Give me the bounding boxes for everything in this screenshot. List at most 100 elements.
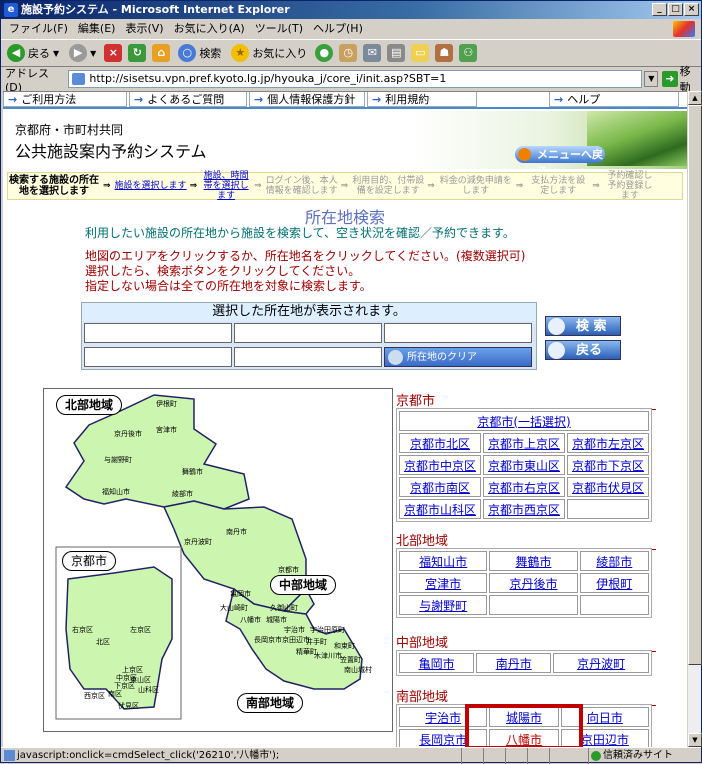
location-link[interactable]: 綾部市 xyxy=(579,551,649,571)
back-dropdown-icon[interactable]: ▼ xyxy=(53,49,59,58)
forward-dropdown-icon[interactable]: ▼ xyxy=(90,49,96,58)
map-place-label[interactable]: 伏見区 xyxy=(118,701,139,711)
maximize-button[interactable]: □ xyxy=(668,3,683,16)
map-place-label[interactable]: 大山崎町 xyxy=(220,603,248,613)
stop-icon[interactable]: × xyxy=(104,44,123,62)
nav-privacy[interactable]: → 個人情報保護方針 xyxy=(249,92,365,107)
scroll-down-icon[interactable]: ▼ xyxy=(688,733,702,747)
map-place-label[interactable]: 舞鶴市 xyxy=(182,467,203,477)
people-icon[interactable]: ⚇ xyxy=(459,44,478,62)
map-place-label[interactable]: 城陽市 xyxy=(266,615,287,625)
map-place-label[interactable]: 笠置町 xyxy=(340,655,361,665)
messenger-icon[interactable]: ☗ xyxy=(435,44,454,62)
map-place-label[interactable]: 長岡京市 xyxy=(254,635,282,645)
location-link[interactable]: 京都市山科区 xyxy=(399,499,481,519)
map-place-label[interactable]: 南区 xyxy=(108,689,122,699)
map-place-label[interactable]: 京丹後市 xyxy=(114,429,142,439)
map-place-label[interactable]: 亀岡市 xyxy=(230,589,251,599)
search-button[interactable]: ○ 検索 xyxy=(176,42,223,64)
south-region-label[interactable]: 南部地域 xyxy=(237,693,304,713)
folder-icon[interactable]: ▭ xyxy=(411,44,430,62)
map-place-label[interactable]: 左京区 xyxy=(130,625,151,635)
north-region-label[interactable]: 北部地域 xyxy=(56,395,123,415)
location-link[interactable]: 京都市中京区 xyxy=(399,455,481,475)
back-page-button[interactable]: 戻る xyxy=(545,340,621,360)
location-link[interactable]: 南丹市 xyxy=(476,653,552,673)
map-place-label[interactable]: 井手町 xyxy=(306,637,327,647)
history-icon[interactable]: ◷ xyxy=(339,44,358,62)
map-place-label[interactable]: 山科区 xyxy=(138,685,159,695)
location-link[interactable]: 与謝野町 xyxy=(399,595,488,615)
location-link[interactable]: 京丹後市 xyxy=(489,573,578,593)
vertical-scrollbar[interactable]: ▲ ▼ xyxy=(687,91,702,747)
map-place-label[interactable]: 木津川市 xyxy=(314,651,342,661)
location-link[interactable]: 伊根町 xyxy=(579,573,649,593)
nav-faq[interactable]: → よくあるご質問 xyxy=(129,92,247,107)
nav-help[interactable]: → ヘルプ xyxy=(549,92,679,107)
scroll-up-icon[interactable]: ▲ xyxy=(688,91,702,105)
location-link[interactable]: 京都市伏見区 xyxy=(567,477,649,497)
page-subtitle: 利用したい施設の所在地から施設を検索して、空き状況を確認／予約できます。 xyxy=(85,226,515,240)
step-2-link[interactable]: 施設、時間帯を選択します xyxy=(201,171,251,201)
middle-region-label[interactable]: 中部地域 xyxy=(270,575,337,595)
refresh-icon[interactable]: ↻ xyxy=(128,44,147,62)
map-place-label[interactable]: 南丹市 xyxy=(226,527,247,537)
map-place-label[interactable]: 京都市 xyxy=(278,565,299,575)
search-submit-button[interactable]: 検 索 xyxy=(545,316,621,336)
location-link[interactable]: 亀岡市 xyxy=(399,653,475,673)
map-place-label[interactable]: 伊根町 xyxy=(156,399,177,409)
map-place-label[interactable]: 与謝野町 xyxy=(104,455,132,465)
kyoto-all-link[interactable]: 京都市(一括選択) xyxy=(399,411,649,431)
favorites-button[interactable]: ★ お気に入り xyxy=(229,42,309,64)
clear-locations-button[interactable]: 所在地のクリア xyxy=(384,347,532,367)
map-place-label[interactable]: 綾部市 xyxy=(172,489,193,499)
menu-view[interactable]: 表示(V) xyxy=(125,20,163,38)
minimize-button[interactable]: _ xyxy=(652,3,667,16)
mail-icon[interactable]: ✉ xyxy=(363,44,382,62)
map-place-label[interactable]: 久御山町 xyxy=(270,603,298,613)
forward-button[interactable]: ▶ ▼ xyxy=(67,42,98,64)
location-link[interactable]: 京都市左京区 xyxy=(567,433,649,453)
nav-terms[interactable]: → 利用規約 xyxy=(367,92,477,107)
location-link[interactable]: 京都市下京区 xyxy=(567,455,649,475)
map-place-label[interactable]: 北区 xyxy=(96,637,110,647)
menu-favorites[interactable]: お気に入り(A) xyxy=(174,20,245,38)
map-place-label[interactable]: 福知山市 xyxy=(102,487,130,497)
menu-tools[interactable]: ツール(T) xyxy=(255,20,303,38)
map-place-label[interactable]: 宮津市 xyxy=(156,425,177,435)
location-link[interactable]: 京丹波町 xyxy=(553,653,649,673)
kyoto-inset-label[interactable]: 京都市 xyxy=(62,551,117,571)
address-input[interactable]: http://sisetsu.vpn.pref.kyoto.lg.jp/hyou… xyxy=(68,70,643,88)
menu-file[interactable]: ファイル(F) xyxy=(9,20,68,38)
map-place-label[interactable]: 西京区 xyxy=(84,691,105,701)
map-place-label[interactable]: 右京区 xyxy=(72,625,93,635)
location-link[interactable]: 京都市南区 xyxy=(399,477,481,497)
address-dropdown-icon[interactable]: ▼ xyxy=(644,71,659,87)
map-place-label[interactable]: 宇治市 xyxy=(284,625,305,635)
back-button[interactable]: ◀ 戻る ▼ xyxy=(5,42,61,64)
location-link[interactable]: 福知山市 xyxy=(399,551,488,571)
map-place-label[interactable]: 京丹波町 xyxy=(184,537,212,547)
media-icon[interactable]: ● xyxy=(315,44,334,62)
close-button[interactable]: × xyxy=(684,3,699,16)
location-link[interactable]: 舞鶴市 xyxy=(489,551,578,571)
menu-back-button[interactable]: メニューへ戻る xyxy=(515,146,605,178)
print-icon[interactable]: ▤ xyxy=(387,44,406,62)
step-1-link[interactable]: 施設を選択します xyxy=(115,181,187,191)
location-link[interactable]: 京都市右京区 xyxy=(483,477,565,497)
location-link[interactable]: 京都市北区 xyxy=(399,433,481,453)
location-link[interactable]: 宮津市 xyxy=(399,573,488,593)
map-place-label[interactable]: 宇治田原町 xyxy=(310,625,345,635)
location-link[interactable]: 京都市上京区 xyxy=(483,433,565,453)
scroll-thumb[interactable] xyxy=(688,105,702,665)
home-icon[interactable]: ⌂ xyxy=(152,44,171,62)
map-place-label[interactable]: 和束町 xyxy=(334,641,355,651)
nav-usage[interactable]: → ご利用方法 xyxy=(3,92,127,107)
map-place-label[interactable]: 南山城村 xyxy=(344,665,372,675)
location-link[interactable]: 京都市東山区 xyxy=(483,455,565,475)
menu-help[interactable]: ヘルプ(H) xyxy=(313,20,363,38)
map-place-label[interactable]: 八幡市 xyxy=(240,615,261,625)
map-place-label[interactable]: 東山区 xyxy=(130,675,151,685)
location-link[interactable]: 京都市西京区 xyxy=(483,499,565,519)
menu-edit[interactable]: 編集(E) xyxy=(78,20,116,38)
